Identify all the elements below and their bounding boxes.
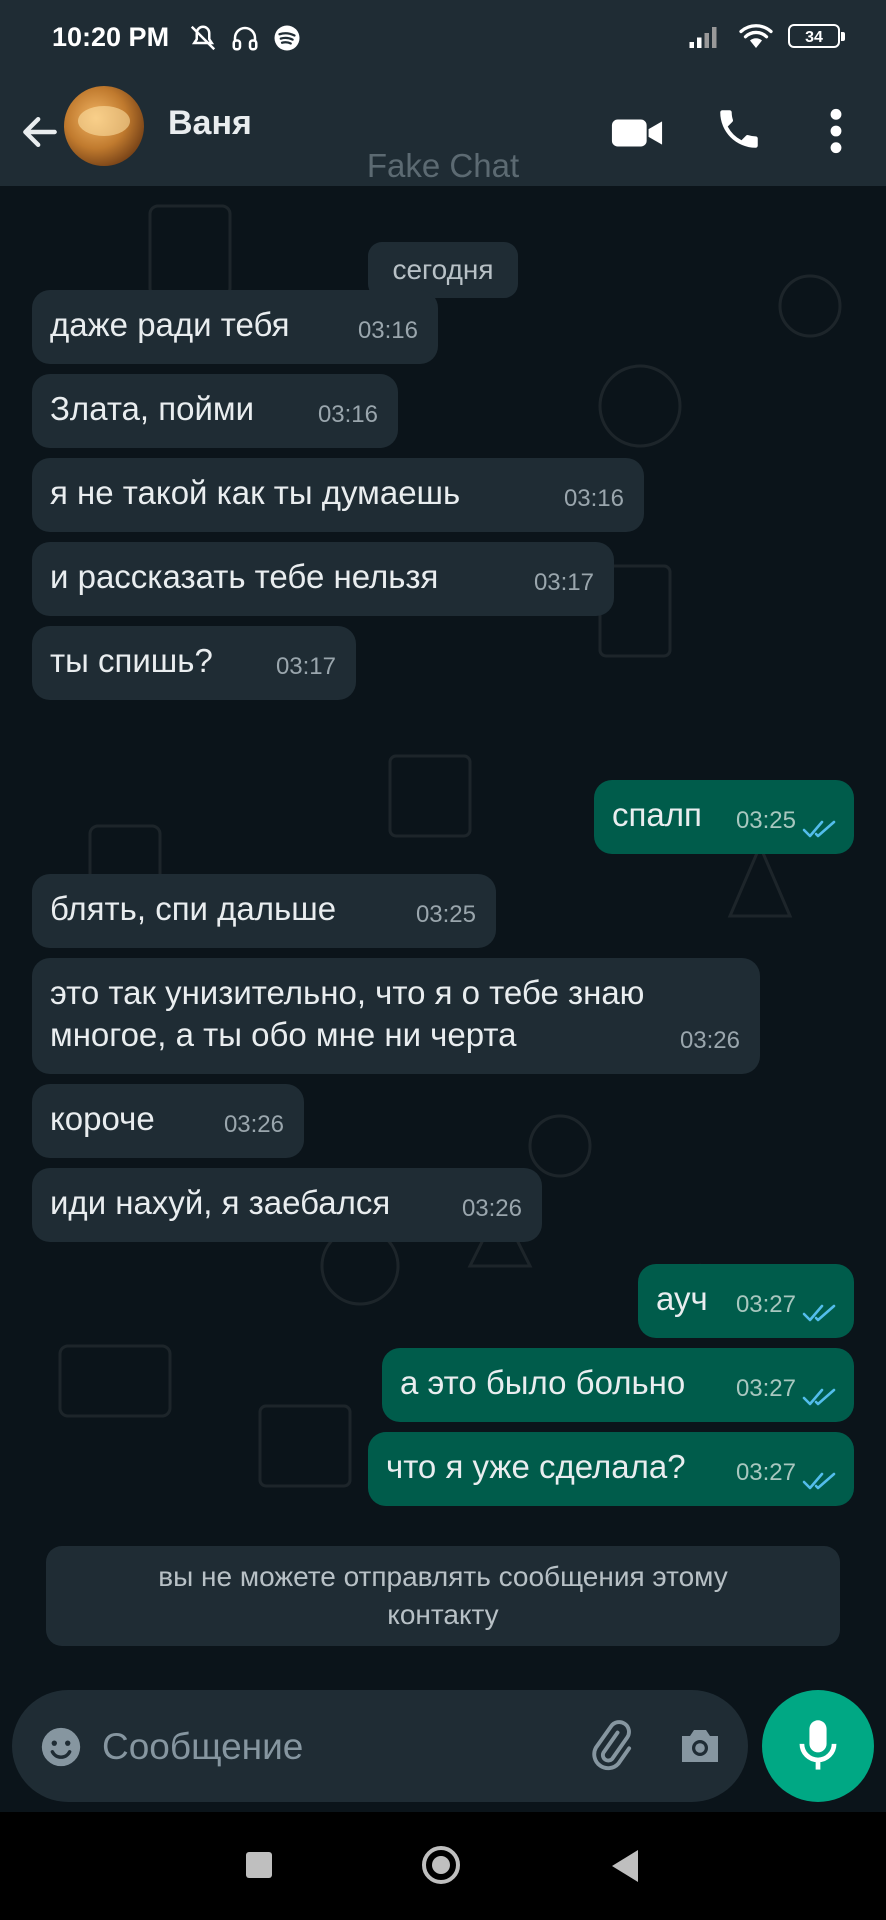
status-icons-left	[188, 22, 302, 54]
message-time: 03:27	[735, 1459, 796, 1486]
headphones-icon	[232, 26, 258, 51]
muted-bell-icon	[190, 25, 216, 51]
double-check-read-icon	[802, 1388, 836, 1406]
message-time: 03:16	[357, 317, 418, 344]
message-input[interactable]	[100, 1718, 564, 1776]
message-time: 03:25	[735, 807, 796, 834]
status-time: 10:20 PM	[52, 22, 170, 52]
outgoing-message[interactable]: ауч 03:27	[638, 1264, 854, 1338]
message-text: блять, спи дальше	[50, 890, 337, 927]
message-text: даже ради тебя	[50, 306, 290, 343]
outgoing-message[interactable]: а это было больно 03:27	[382, 1348, 854, 1422]
emoji-icon[interactable]	[38, 1724, 84, 1770]
message-time: 03:26	[461, 1195, 522, 1222]
signal-icon	[689, 27, 717, 48]
mic-icon	[799, 1720, 837, 1770]
message-text: а это было больно	[400, 1364, 686, 1401]
message-text: что я уже сделала?	[386, 1448, 686, 1485]
notice-line: контакту	[387, 1599, 499, 1630]
back-triangle-icon[interactable]	[612, 1850, 638, 1882]
message-time: 03:25	[415, 901, 476, 928]
message-time: 03:17	[275, 653, 336, 680]
outgoing-message[interactable]: спалп 03:25	[594, 780, 854, 854]
message-composer	[12, 1690, 748, 1802]
incoming-message[interactable]: я не такой как ты думаешь 03:16	[32, 458, 644, 532]
outgoing-message[interactable]: что я уже сделала? 03:27	[368, 1432, 854, 1506]
blocked-notice: вы не можете отправлять сообщения этому …	[46, 1546, 840, 1646]
incoming-message[interactable]: ты спишь? 03:17	[32, 626, 356, 700]
incoming-message[interactable]: и рассказать тебе нельзя 03:17	[32, 542, 614, 616]
message-time: 03:17	[533, 569, 594, 596]
message-text: ауч	[656, 1280, 708, 1317]
camera-icon[interactable]	[676, 1724, 724, 1768]
incoming-message[interactable]: блять, спи дальше 03:25	[32, 874, 496, 948]
notice-line: вы не можете отправлять сообщения этому	[158, 1561, 728, 1592]
status-bar: 10:20 PM 34	[0, 0, 886, 80]
chat-area[interactable]: сегодня даже ради тебя 03:16 Злата, пойм…	[0, 186, 886, 1812]
message-text: спалп	[612, 796, 702, 833]
message-time: 03:27	[735, 1375, 796, 1402]
incoming-message[interactable]: короче 03:26	[32, 1084, 304, 1158]
system-nav-bar	[0, 1812, 886, 1920]
incoming-message[interactable]: иди нахуй, я заебался 03:26	[32, 1168, 542, 1242]
message-text: иди нахуй, я заебался	[50, 1184, 391, 1221]
incoming-message[interactable]: даже ради тебя 03:16	[32, 290, 438, 364]
status-icons-right: 34	[688, 22, 845, 50]
double-check-read-icon	[802, 1472, 836, 1490]
incoming-message[interactable]: это так унизительно, что я о тебе знаю м…	[32, 958, 760, 1074]
message-text: я не такой как ты думаешь	[50, 474, 461, 511]
wifi-icon	[739, 24, 773, 48]
spotify-icon	[274, 25, 300, 51]
message-text: ты спишь?	[50, 642, 213, 679]
message-time: 03:26	[679, 1027, 740, 1054]
message-text: короче	[50, 1100, 155, 1137]
message-text-line: многое, а ты обо мне ни черта	[50, 1016, 517, 1053]
home-icon[interactable]	[422, 1846, 460, 1884]
double-check-read-icon	[802, 820, 836, 838]
message-time: 03:27	[735, 1291, 796, 1318]
recent-apps-icon[interactable]	[246, 1852, 272, 1878]
message-time: 03:16	[317, 401, 378, 428]
incoming-message[interactable]: Злата, пойми 03:16	[32, 374, 398, 448]
message-text-line: это так унизительно, что я о тебе знаю	[50, 974, 645, 1011]
attach-icon[interactable]	[584, 1720, 636, 1772]
mic-button[interactable]	[762, 1690, 874, 1802]
double-check-read-icon	[802, 1304, 836, 1322]
watermark: Fake Chat	[366, 147, 520, 184]
message-time: 03:26	[223, 1111, 284, 1138]
message-text: и рассказать тебе нельзя	[50, 558, 439, 595]
contact-name[interactable]: Ваня	[168, 104, 252, 143]
battery-indicator: 34	[788, 24, 845, 48]
message-text: Злата, пойми	[50, 390, 255, 427]
message-time: 03:16	[563, 485, 624, 512]
